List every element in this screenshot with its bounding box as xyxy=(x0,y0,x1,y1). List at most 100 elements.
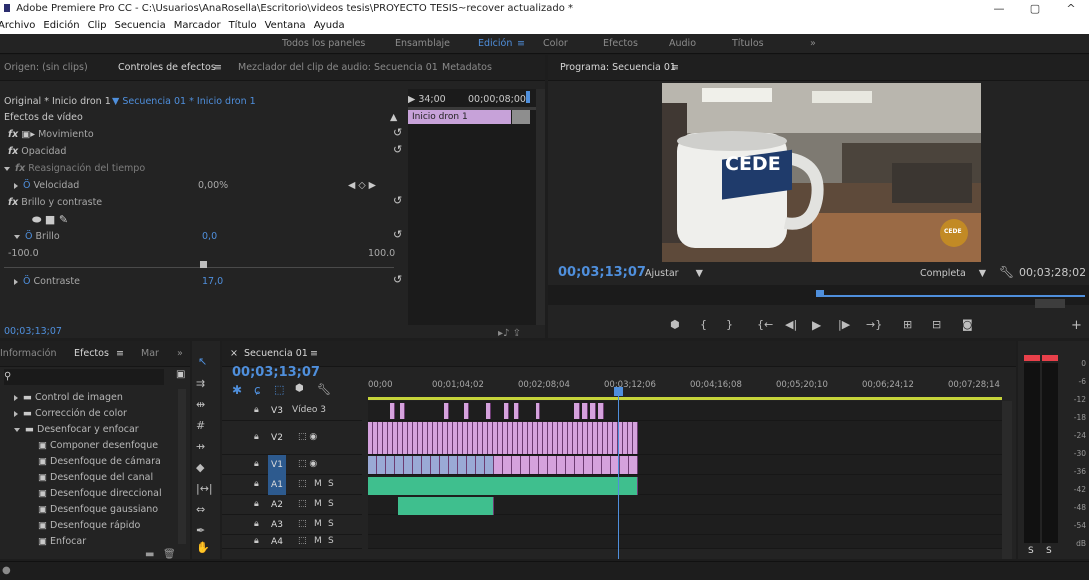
prop-brillo[interactable]: Ö Brillo xyxy=(14,228,60,245)
track-lane[interactable] xyxy=(368,515,1002,535)
toggle-output-icon[interactable]: ⬚ ◉ xyxy=(298,459,317,469)
mini-scrollbar[interactable] xyxy=(536,89,545,325)
track-header[interactable]: 🔒︎ A2 ⬚ M S xyxy=(222,495,362,515)
effect-opacidad[interactable]: fx Opacidad xyxy=(8,143,66,160)
track-lock-icon[interactable]: 🔒︎ xyxy=(254,405,259,415)
filter-icon[interactable]: ▸♪ ⇪ xyxy=(498,325,521,342)
camera-export-frame-icon[interactable]: ◙ xyxy=(962,318,973,331)
video-clip[interactable] xyxy=(444,403,449,419)
ellipse-mask-icon[interactable]: ⬬ xyxy=(32,213,41,226)
maximize-button[interactable]: ▢ xyxy=(1017,0,1053,18)
mini-playhead[interactable] xyxy=(526,91,530,103)
tab-secuencia-01[interactable]: Secuencia 01 xyxy=(244,348,308,359)
video-clip[interactable] xyxy=(514,403,519,419)
mark-out-icon[interactable]: } xyxy=(726,318,733,331)
slide-tool-icon[interactable]: ⇔ xyxy=(196,503,205,516)
video-clip[interactable] xyxy=(377,456,386,474)
track-id-label[interactable]: A4 xyxy=(268,535,286,549)
workspace-ensamblaje[interactable]: Ensamblaje xyxy=(395,38,450,49)
tab-metadatos[interactable]: Metadatos xyxy=(442,62,492,73)
mute-button[interactable]: M xyxy=(314,499,322,509)
video-clip[interactable] xyxy=(464,403,469,419)
sync-lock-icon[interactable]: ⬚ xyxy=(298,499,307,509)
timeline-playhead-handle[interactable] xyxy=(614,387,623,396)
track-lock-icon[interactable]: 🔒︎ xyxy=(254,479,259,489)
video-clip[interactable] xyxy=(431,456,440,474)
solo-button[interactable]: S xyxy=(328,536,334,546)
tab-mezclador[interactable]: Mezclador del clip de audio: Secuencia 0… xyxy=(238,62,438,73)
video-clip[interactable] xyxy=(598,403,604,419)
menu-ventana[interactable]: Ventana xyxy=(265,18,306,34)
track-lock-icon[interactable]: 🔒︎ xyxy=(254,499,259,509)
tab-controles-efectos[interactable]: Controles de efectos xyxy=(118,62,216,73)
more-tabs-icon[interactable]: » xyxy=(177,348,183,359)
program-playhead[interactable] xyxy=(816,290,824,297)
track-lane[interactable] xyxy=(368,535,1002,549)
lift-icon[interactable]: ⊞ xyxy=(903,318,912,331)
effects-search-input[interactable]: ⚲ xyxy=(4,369,164,385)
track-lock-icon[interactable]: 🔒︎ xyxy=(254,536,259,546)
video-clip[interactable] xyxy=(602,456,611,474)
effects-folder[interactable]: ▬ Corrección de color xyxy=(14,405,127,422)
new-bin-icon[interactable]: ▣ xyxy=(176,369,185,380)
reset-icon[interactable]: ↺ xyxy=(393,228,402,241)
collapse-button[interactable]: ^ xyxy=(1053,0,1089,18)
go-to-out-icon[interactable]: →} xyxy=(866,318,882,331)
zoom-handle[interactable] xyxy=(1035,299,1065,308)
extract-icon[interactable]: ⊟ xyxy=(932,318,941,331)
video-clip[interactable] xyxy=(476,456,485,474)
effects-item[interactable]: ▣ Componer desenfoque xyxy=(38,437,158,454)
workspace-edicion[interactable]: Edición xyxy=(478,38,512,49)
video-clip[interactable] xyxy=(557,456,566,474)
video-clip[interactable] xyxy=(590,403,596,419)
effect-brillo-contraste[interactable]: fx Brillo y contraste xyxy=(8,194,102,211)
fit-dropdown[interactable]: Ajustar ▼ xyxy=(645,265,703,282)
mute-button[interactable]: M xyxy=(314,479,322,489)
prop-velocidad[interactable]: Ö Velocidad xyxy=(14,177,79,194)
mini-clip[interactable]: Inicio dron 1 xyxy=(408,110,511,124)
track-id-label[interactable]: V1 xyxy=(268,455,286,475)
video-clip[interactable] xyxy=(422,456,431,474)
video-clip[interactable] xyxy=(486,403,491,419)
brillo-slider-track[interactable] xyxy=(4,267,394,268)
program-title[interactable]: Programa: Secuencia 01 xyxy=(560,62,676,73)
solo-button[interactable]: S xyxy=(328,499,334,509)
tab-marcadores[interactable]: Mar xyxy=(141,348,159,359)
scroll-up-icon[interactable]: ▲ xyxy=(390,109,397,126)
menu-archivo[interactable]: Archivo xyxy=(0,18,35,34)
track-header[interactable]: 🔒︎ V2 ⬚ ◉ xyxy=(222,421,362,455)
marker-icon[interactable]: ⬢ xyxy=(670,318,680,331)
video-clip[interactable] xyxy=(368,456,377,474)
effects-item[interactable]: ▣ Desenfoque del canal xyxy=(38,469,153,486)
workspace-efectos[interactable]: Efectos xyxy=(603,38,638,49)
effects-item[interactable]: ▣ Desenfoque direccional xyxy=(38,485,162,502)
stopwatch-icon[interactable]: Ö xyxy=(25,231,32,242)
minimize-button[interactable]: — xyxy=(981,0,1017,18)
solo-button[interactable]: S xyxy=(328,519,334,529)
track-id-label[interactable]: A2 xyxy=(268,495,286,515)
wrench-icon[interactable]: 🔧︎ xyxy=(317,383,331,396)
sync-lock-icon[interactable]: ⬚ xyxy=(298,519,307,529)
video-clip[interactable] xyxy=(593,456,602,474)
step-back-icon[interactable]: ◀| xyxy=(785,318,797,331)
tab-menu-icon[interactable]: ≡ xyxy=(310,348,318,359)
keyframe-nav-icon[interactable]: ◀ ◇ ▶ xyxy=(348,177,376,194)
video-clip[interactable] xyxy=(504,403,509,419)
video-clip[interactable] xyxy=(449,456,458,474)
video-clip[interactable] xyxy=(404,456,413,474)
effect-movimiento[interactable]: fx ▣▸ Movimiento xyxy=(8,126,94,143)
program-menu-icon[interactable]: ≡ xyxy=(671,62,679,73)
reset-icon[interactable]: ↺ xyxy=(393,143,402,156)
menu-marcador[interactable]: Marcador xyxy=(174,18,221,34)
audio-clip[interactable] xyxy=(398,497,494,515)
go-to-in-icon[interactable]: {← xyxy=(757,318,773,331)
brillo-value[interactable]: 0,0 xyxy=(202,228,217,245)
solo-left-button[interactable]: S xyxy=(1028,546,1034,556)
velocidad-value[interactable]: 0,00% xyxy=(198,177,228,194)
track-id-label[interactable]: V2 xyxy=(268,421,286,455)
mute-button[interactable]: M xyxy=(314,519,322,529)
pen-mask-icon[interactable]: ✎ xyxy=(59,213,68,226)
video-clip[interactable] xyxy=(467,456,476,474)
effects-item[interactable]: ▣ Desenfoque de cámara xyxy=(38,453,161,470)
track-id-label[interactable]: A3 xyxy=(268,515,286,535)
